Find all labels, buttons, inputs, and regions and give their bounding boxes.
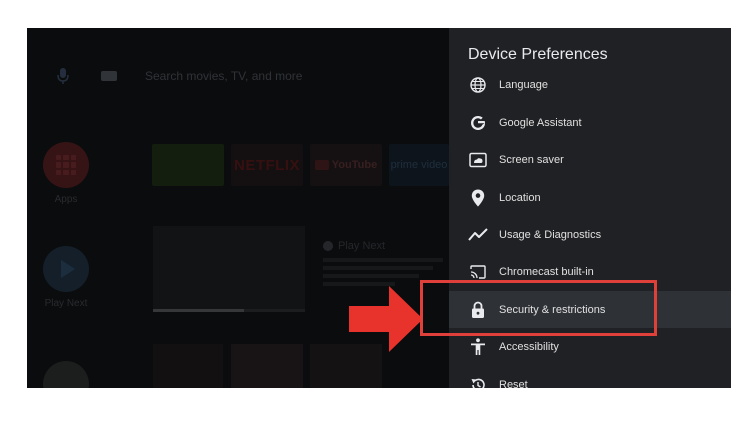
play-next-card[interactable] <box>153 226 305 312</box>
cast-icon <box>468 262 488 282</box>
screen-saver-icon <box>468 150 488 170</box>
play-next-progress-fill <box>153 309 245 312</box>
google-g-icon <box>468 113 488 133</box>
menu-item-location[interactable]: Location <box>449 179 731 216</box>
play-next-label: Play Next <box>44 298 88 309</box>
reset-icon <box>468 375 488 388</box>
highlight-box-annotation <box>420 280 657 336</box>
apps-button[interactable] <box>43 142 89 188</box>
play-icon <box>61 260 75 278</box>
play-next-progress <box>153 309 305 312</box>
menu-item-usage-diagnostics[interactable]: Usage & Diagnostics <box>449 216 731 253</box>
app-tile-prime[interactable]: prime video <box>389 144 449 186</box>
media-tile[interactable] <box>153 344 223 388</box>
channel-icon[interactable] <box>43 361 89 388</box>
trend-icon <box>468 225 488 245</box>
menu-item-label: Usage & Diagnostics <box>499 228 602 241</box>
youtube-label: YouTube <box>331 159 378 171</box>
menu-item-label: Location <box>499 191 541 204</box>
menu-item-screen-saver[interactable]: Screen saver <box>449 141 731 178</box>
red-arrow-annotation <box>349 286 423 352</box>
menu-item-label: Language <box>499 78 548 91</box>
media-tile[interactable] <box>231 344 303 388</box>
app-tile-youtube[interactable]: YouTube <box>310 144 382 186</box>
menu-item-language[interactable]: Language <box>449 66 731 103</box>
apps-grid-icon <box>56 155 76 175</box>
apps-label: Apps <box>54 194 78 205</box>
search-placeholder[interactable]: Search movies, TV, and more <box>145 69 302 83</box>
app-tile-netflix[interactable]: NETFLIX <box>231 144 303 186</box>
menu-item-google-assistant[interactable]: Google Assistant <box>449 104 731 141</box>
microphone-icon[interactable] <box>57 68 69 84</box>
play-next-button[interactable] <box>43 246 89 292</box>
search-bar[interactable]: Search movies, TV, and more <box>57 66 302 86</box>
keyboard-icon[interactable] <box>101 71 117 81</box>
youtube-logo-icon <box>314 160 329 170</box>
location-pin-icon <box>468 188 488 208</box>
menu-item-label: Accessibility <box>499 340 559 353</box>
play-next-title-text: Play Next <box>338 240 386 252</box>
panel-title: Device Preferences <box>468 46 608 63</box>
play-next-title: Play Next <box>323 240 385 252</box>
menu-item-reset[interactable]: Reset <box>449 366 731 388</box>
menu-item-label: Google Assistant <box>499 116 582 129</box>
accessibility-icon <box>468 337 488 357</box>
app-tile-green[interactable] <box>152 144 224 186</box>
menu-item-label: Screen saver <box>499 153 564 166</box>
play-next-dot-icon <box>323 241 333 251</box>
globe-icon <box>468 75 488 95</box>
menu-item-label: Reset <box>499 378 528 389</box>
menu-item-label: Chromecast built-in <box>499 265 594 278</box>
